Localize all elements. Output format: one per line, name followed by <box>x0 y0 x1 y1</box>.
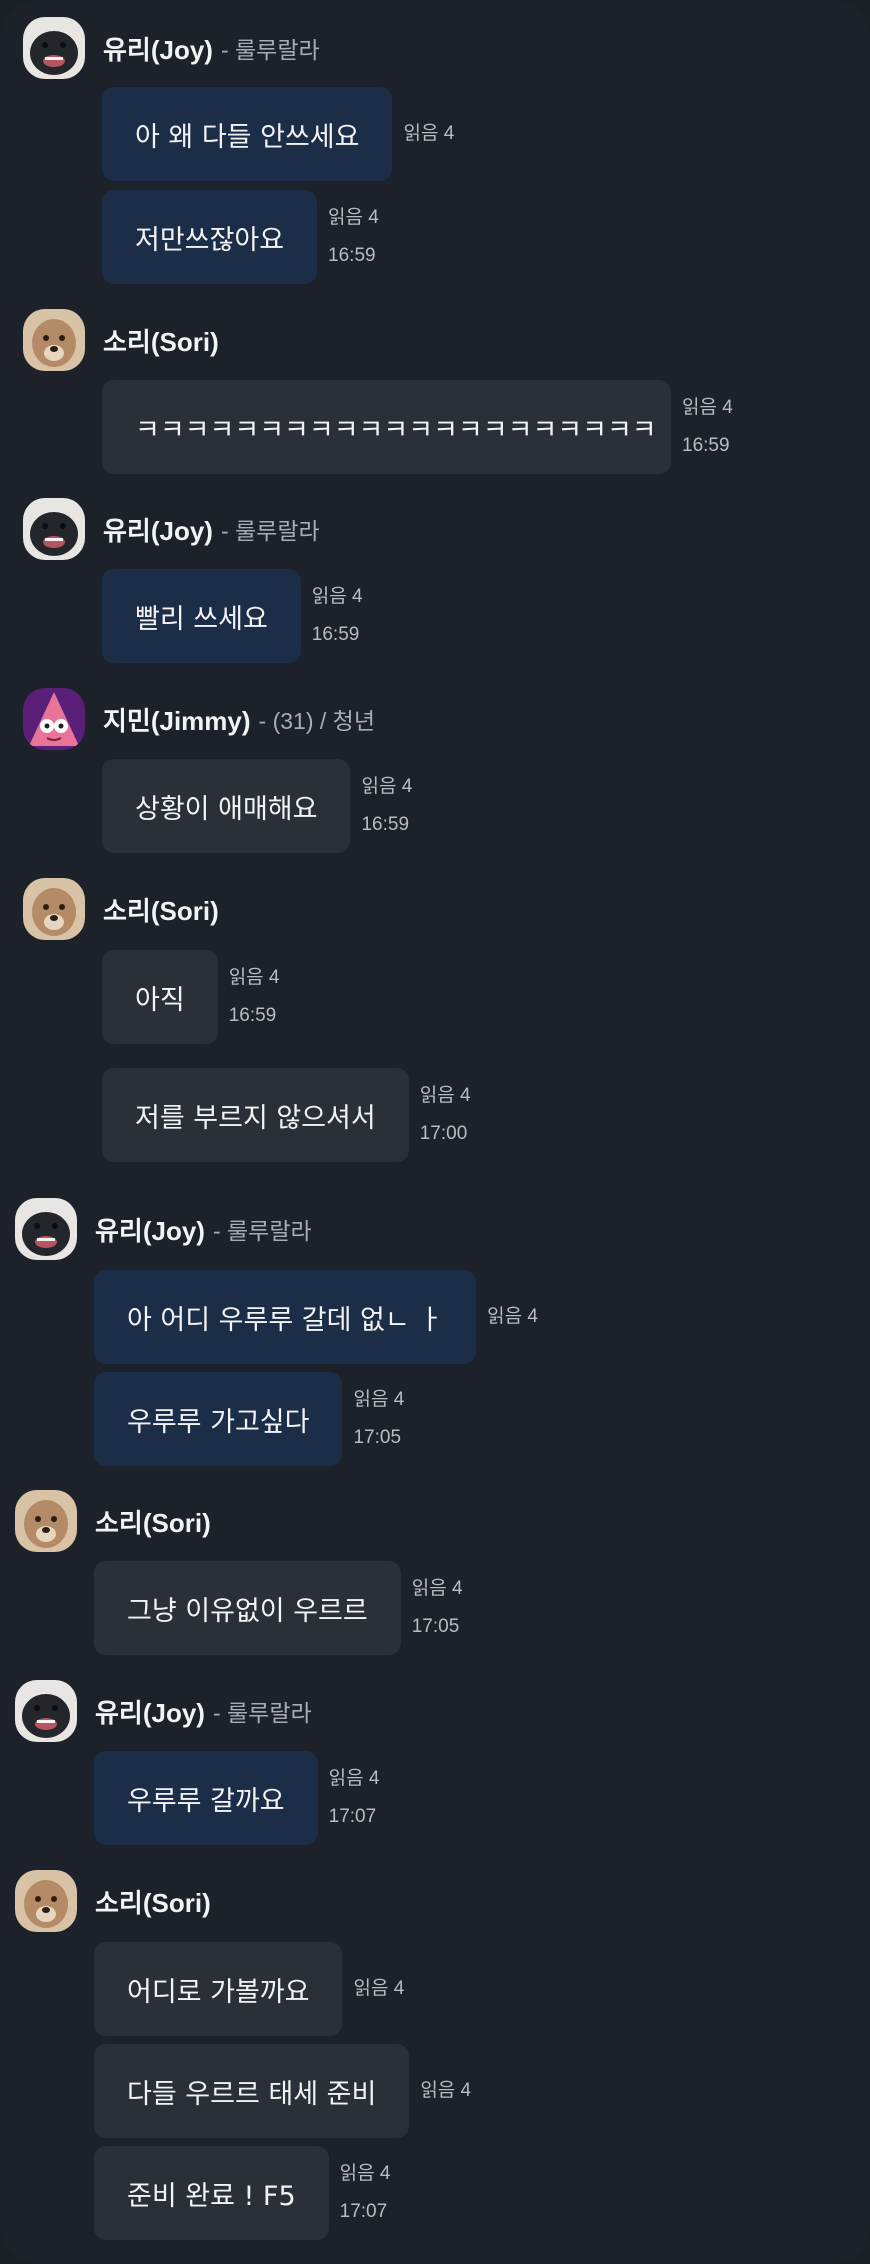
message-info: 읽음 4 17:07 <box>340 2155 391 2231</box>
message-header: 유리(Joy) - 룰루랄라 <box>15 1198 312 1260</box>
message-info: 읽음 4 16:59 <box>328 199 379 275</box>
sender-name[interactable]: 소리(Sori) <box>103 322 219 359</box>
sender-name[interactable]: 소리(Sori) <box>95 1883 211 1920</box>
message-row: 준비 완료 ! F5 읽음 4 17:07 <box>94 2146 390 2240</box>
read-receipt: 읽음 4 <box>311 586 363 607</box>
read-receipt: 읽음 4 <box>487 1306 538 1327</box>
message-header: 지민(Jimmy) - (31) / 청년 <box>23 688 375 750</box>
sender-status: - 룰루랄라 <box>220 518 320 544</box>
message-row: 아 왜 다들 안쓰세요 읽음 4 <box>102 87 454 181</box>
avatar-joy[interactable] <box>23 498 85 560</box>
message-row: 우루루 갈까요 읽음 4 17:07 <box>94 1751 379 1845</box>
sender-status: - 룰루랄라 <box>212 1700 312 1726</box>
message-row: 다들 우르르 태세 준비 읽음 4 <box>94 2044 471 2138</box>
message-bubble[interactable]: 다들 우르르 태세 준비 <box>94 2044 410 2138</box>
message-time: 16:59 <box>311 624 360 645</box>
read-receipt: 읽음 4 <box>419 1085 471 1106</box>
sender-status: - 룰루랄라 <box>212 1218 312 1244</box>
avatar-joy[interactable] <box>23 17 85 79</box>
read-receipt: 읽음 4 <box>353 1978 405 1999</box>
message-header: 소리(Sori) <box>23 878 227 940</box>
message-bubble[interactable]: 우루루 갈까요 <box>94 1751 318 1845</box>
message-time: 17:05 <box>353 1427 402 1448</box>
message-row: 아 어디 우루루 갈데 없ㄴ ㅏ 읽음 4 <box>94 1270 538 1364</box>
message-bubble[interactable]: 준비 완료 ! F5 <box>94 2146 329 2240</box>
message-row: 어디로 가볼까요 읽음 4 <box>94 1942 404 2036</box>
message-bubble[interactable]: 아 어디 우루루 갈데 없ㄴ ㅏ <box>94 1270 477 1364</box>
read-receipt: 읽음 4 <box>361 776 413 797</box>
sender-name[interactable]: 유리(Joy) <box>95 1211 205 1248</box>
message-header: 유리(Joy) - 룰루랄라 <box>23 498 320 560</box>
message-bubble[interactable]: 저를 부르지 않으셔서 <box>102 1068 409 1162</box>
message-bubble[interactable]: 상황이 애매해요 <box>102 759 351 853</box>
message-info: 읽음 4 17:05 <box>412 1570 463 1646</box>
avatar-joy[interactable] <box>15 1198 77 1260</box>
message-row: 상황이 애매해요 읽음 4 16:59 <box>102 759 412 853</box>
sender-status: - 룰루랄라 <box>220 37 320 63</box>
message-row: 빨리 쓰세요 읽음 4 16:59 <box>102 569 363 663</box>
read-receipt: 읽음 4 <box>682 397 733 418</box>
message-row: 저를 부르지 않으셔서 읽음 4 17:00 <box>102 1068 471 1162</box>
message-time: 17:00 <box>419 1123 468 1144</box>
message-info: 읽음 4 <box>420 2072 471 2110</box>
message-bubble[interactable]: 빨리 쓰세요 <box>102 569 301 663</box>
read-receipt: 읽음 4 <box>339 2163 391 2184</box>
message-info: 읽음 4 17:00 <box>420 1077 471 1153</box>
message-info: 읽음 4 16:59 <box>229 959 280 1035</box>
message-time: 16:59 <box>361 814 410 835</box>
chat-window: 유리(Joy) - 룰루랄라 아 왜 다들 안쓰세요 읽음 4 저만쓰잖아요 읽… <box>0 0 870 2264</box>
avatar-joy[interactable] <box>15 1680 77 1742</box>
message-row: ㅋㅋㅋㅋㅋㅋㅋㅋㅋㅋㅋㅋㅋㅋㅋㅋㅋㅋㅋㅋㅋ 읽음 4 16:59 <box>102 380 733 474</box>
message-row: 저만쓰잖아요 읽음 4 16:59 <box>102 190 379 284</box>
message-bubble[interactable]: 저만쓰잖아요 <box>102 190 318 284</box>
message-header: 소리(Sori) <box>15 1870 219 1932</box>
message-info: 읽음 4 16:59 <box>361 768 412 844</box>
read-receipt: 읽음 4 <box>328 1768 380 1789</box>
sender-status: - (31) / 청년 <box>258 708 375 734</box>
sender-name[interactable]: 지민(Jimmy) <box>103 701 251 738</box>
message-bubble[interactable]: 우루루 가고싶다 <box>94 1372 343 1466</box>
read-receipt: 읽음 4 <box>411 1578 463 1599</box>
message-time: 17:07 <box>339 2201 388 2222</box>
message-bubble[interactable]: 어디로 가볼까요 <box>94 1942 343 2036</box>
message-header: 유리(Joy) - 룰루랄라 <box>23 17 320 79</box>
avatar-sori[interactable] <box>23 878 85 940</box>
message-header: 소리(Sori) <box>23 309 227 371</box>
sender-name[interactable]: 소리(Sori) <box>103 891 219 928</box>
message-info: 읽음 4 <box>353 1970 404 2008</box>
message-bubble[interactable]: 그냥 이유없이 우르르 <box>94 1561 401 1655</box>
message-info: 읽음 4 17:07 <box>329 1760 380 1836</box>
message-info: 읽음 4 16:59 <box>682 389 733 465</box>
message-header: 유리(Joy) - 룰루랄라 <box>15 1680 312 1742</box>
message-row: 우루루 가고싶다 읽음 4 17:05 <box>94 1372 404 1466</box>
read-receipt: 읽음 4 <box>403 123 455 144</box>
avatar-sori[interactable] <box>15 1490 77 1552</box>
message-time: 16:59 <box>328 245 376 266</box>
avatar-jimmy[interactable] <box>23 688 85 750</box>
message-info: 읽음 4 <box>403 115 454 153</box>
message-info: 읽음 4 16:59 <box>312 578 363 654</box>
message-row: 그냥 이유없이 우르르 읽음 4 17:05 <box>94 1561 463 1655</box>
message-bubble[interactable]: 아 왜 다들 안쓰세요 <box>102 87 393 181</box>
message-info: 읽음 4 <box>487 1298 538 1336</box>
message-header: 소리(Sori) <box>15 1490 219 1552</box>
message-info: 읽음 4 17:05 <box>353 1381 404 1457</box>
read-receipt: 읽음 4 <box>353 1389 405 1410</box>
sender-name[interactable]: 유리(Joy) <box>103 30 213 67</box>
message-time: 16:59 <box>228 1005 277 1026</box>
sender-name[interactable]: 유리(Joy) <box>95 1693 205 1730</box>
read-receipt: 읽음 4 <box>420 2080 472 2101</box>
message-bubble[interactable]: 아직 <box>102 950 218 1044</box>
read-receipt: 읽음 4 <box>228 967 280 988</box>
message-time: 17:07 <box>328 1806 377 1827</box>
avatar-sori[interactable] <box>23 309 85 371</box>
message-time: 17:05 <box>411 1616 460 1637</box>
read-receipt: 읽음 4 <box>328 207 379 228</box>
sender-name[interactable]: 소리(Sori) <box>95 1503 211 1540</box>
message-row: 아직 읽음 4 16:59 <box>102 950 280 1044</box>
message-bubble[interactable]: ㅋㅋㅋㅋㅋㅋㅋㅋㅋㅋㅋㅋㅋㅋㅋㅋㅋㅋㅋㅋㅋ <box>102 380 671 474</box>
avatar-sori[interactable] <box>15 1870 77 1932</box>
sender-name[interactable]: 유리(Joy) <box>103 511 213 548</box>
message-time: 16:59 <box>682 435 730 456</box>
